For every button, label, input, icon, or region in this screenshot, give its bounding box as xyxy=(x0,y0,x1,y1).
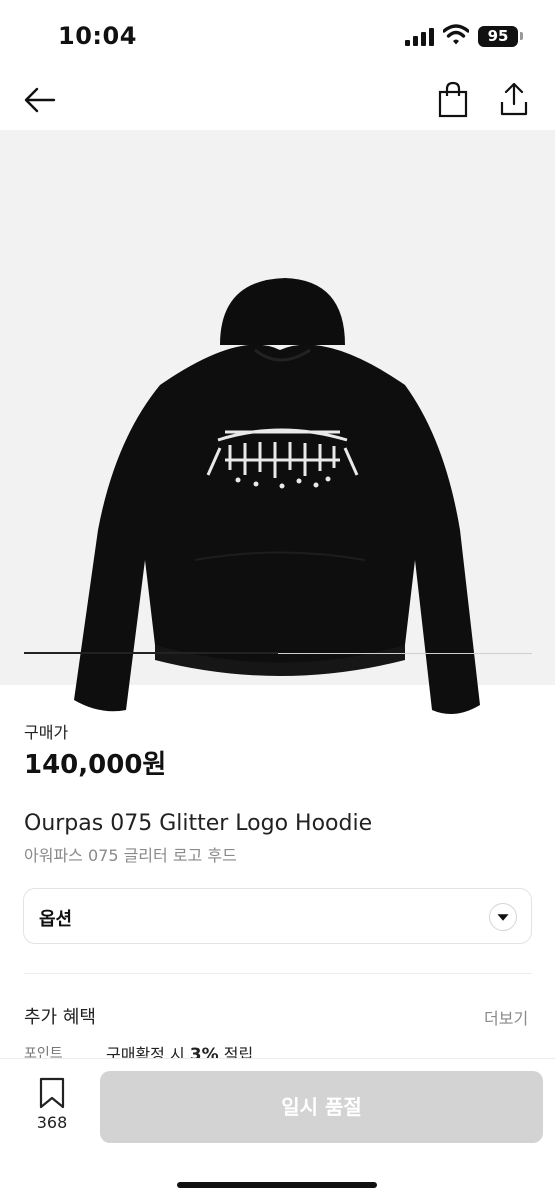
bookmark-count: 368 xyxy=(36,1113,68,1132)
cellular-signal-icon xyxy=(405,28,434,46)
option-label: 옵션 xyxy=(39,909,73,930)
dropdown-icon xyxy=(489,903,517,931)
price-label: 구매가 xyxy=(24,723,69,742)
product-image xyxy=(74,278,480,714)
home-indicator xyxy=(177,1182,377,1188)
battery-tip xyxy=(520,32,523,40)
option-select[interactable]: 옵션 xyxy=(23,888,532,944)
carousel-progress-fill xyxy=(24,652,278,654)
section-divider xyxy=(24,973,532,974)
top-nav-bar xyxy=(0,72,555,128)
product-image-carousel[interactable] xyxy=(0,130,555,714)
bookmark-icon xyxy=(39,1077,65,1109)
sold-out-button[interactable]: 일시 품절 xyxy=(100,1071,543,1143)
wifi-icon xyxy=(443,24,469,45)
bottom-action-bar: 368 일시 품절 xyxy=(0,1058,555,1200)
benefits-more-link[interactable]: 더보기 xyxy=(484,1005,528,1029)
price: 140,000원 xyxy=(24,750,167,780)
benefits-title: 추가 혜택 xyxy=(24,1007,96,1028)
carousel-progress-track xyxy=(24,652,532,654)
bookmark-button[interactable]: 368 xyxy=(24,1077,80,1139)
battery-indicator: 95 xyxy=(478,26,518,47)
shopping-bag-icon[interactable] xyxy=(436,80,470,118)
status-time: 10:04 xyxy=(58,22,137,50)
share-icon[interactable] xyxy=(497,80,531,118)
product-name-korean: 아워파스 075 글리터 로고 후드 xyxy=(24,846,237,865)
product-name-english: Ourpas 075 Glitter Logo Hoodie xyxy=(24,811,373,836)
status-bar: 10:04 95 xyxy=(0,0,555,72)
back-arrow-icon[interactable] xyxy=(22,82,58,118)
